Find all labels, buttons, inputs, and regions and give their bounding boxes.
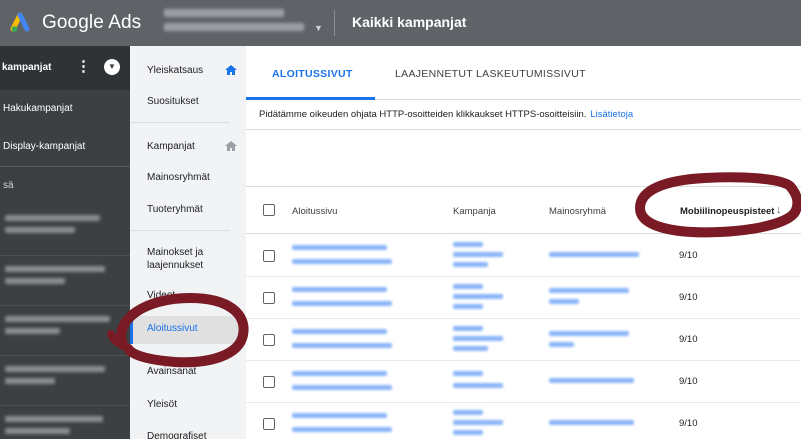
sidebar-item-hakukampanjat[interactable]: Hakukampanjat bbox=[0, 90, 130, 128]
learn-more-link[interactable]: Lisätietoja bbox=[590, 109, 633, 120]
chevron-down-icon: ▼ bbox=[314, 23, 323, 33]
section-nav: Yleiskatsaus Suositukset Kampanjat Maino… bbox=[130, 46, 246, 439]
nav-item-videot[interactable]: Videot bbox=[147, 289, 175, 302]
header-divider bbox=[334, 10, 335, 36]
tab-laajennetut-laskeutumissivut[interactable]: LAAJENNETUT LASKEUTUMISSIVUT bbox=[395, 68, 586, 80]
row-checkbox[interactable] bbox=[263, 250, 275, 262]
sidebar-item-campaign[interactable] bbox=[0, 205, 130, 255]
brand-name[interactable]: Google Ads bbox=[42, 12, 141, 34]
page-title: Kaikki kampanjat bbox=[352, 14, 467, 30]
notice-text: Pidätämme oikeuden ohjata HTTP-osoitteid… bbox=[259, 109, 587, 120]
table-header: Aloitussivu Kampanja Mainosryhmä Mobiili… bbox=[246, 186, 801, 234]
table-row[interactable]: 9/10 bbox=[246, 319, 801, 361]
main-content: ALOITUSSIVUT LAAJENNETUT LASKEUTUMISSIVU… bbox=[246, 46, 801, 439]
table-row[interactable]: 9/10 bbox=[246, 277, 801, 319]
mobile-speed-score: 9/10 bbox=[679, 292, 698, 303]
top-bar: Google Ads ▼ Kaikki kampanjat bbox=[0, 0, 801, 46]
column-header-mobiilinopeuspisteet[interactable]: Mobiilinopeuspisteet bbox=[680, 206, 774, 217]
more-options-icon[interactable]: ⋮ bbox=[76, 57, 91, 75]
sidebar-item-campaign[interactable] bbox=[0, 355, 130, 405]
nav-item-kampanjat[interactable]: Kampanjat bbox=[147, 140, 195, 153]
table-row[interactable]: 9/10 bbox=[246, 361, 801, 403]
nav-active-indicator bbox=[130, 316, 133, 344]
nav-divider bbox=[130, 122, 230, 123]
row-checkbox[interactable] bbox=[263, 376, 275, 388]
sidebar-item-campaign[interactable] bbox=[0, 305, 130, 355]
table-row[interactable]: 9/10 bbox=[246, 235, 801, 277]
column-header-kampanja[interactable]: Kampanja bbox=[453, 206, 496, 217]
select-all-checkbox[interactable] bbox=[263, 204, 275, 216]
mobile-speed-score: 9/10 bbox=[679, 334, 698, 345]
sidebar-header: kampanjat ⋮ ▼ bbox=[0, 46, 130, 90]
info-notice: Pidätämme oikeuden ohjata HTTP-osoitteid… bbox=[246, 100, 801, 130]
sidebar-item-campaign[interactable] bbox=[0, 405, 130, 439]
collapse-toggle-icon[interactable]: ▼ bbox=[104, 59, 120, 75]
nav-item-avainsanat[interactable]: Avainsanat bbox=[147, 365, 196, 378]
nav-item-aloitussivut[interactable]: Aloitussivut bbox=[147, 322, 198, 335]
mobile-speed-score: 9/10 bbox=[679, 250, 698, 261]
home-icon bbox=[225, 65, 237, 75]
mobile-speed-score: 9/10 bbox=[679, 376, 698, 387]
tab-aloitussivut[interactable]: ALOITUSSIVUT bbox=[272, 68, 353, 80]
sidebar-section-label: sä bbox=[3, 180, 14, 191]
nav-item-yleisot[interactable]: Yleisöt bbox=[147, 398, 177, 411]
nav-divider bbox=[130, 230, 230, 231]
home-icon bbox=[225, 141, 237, 151]
column-header-aloitussivu[interactable]: Aloitussivu bbox=[292, 206, 337, 217]
google-ads-logo-icon[interactable] bbox=[10, 10, 34, 34]
nav-item-tuoteryhmat[interactable]: Tuoteryhmät bbox=[147, 203, 203, 216]
nav-item-demografiset[interactable]: Demografiset bbox=[147, 430, 206, 439]
row-checkbox[interactable] bbox=[263, 418, 275, 430]
nav-item-mainokset-ja-laajennukset[interactable]: Mainokset ja laajennukset bbox=[147, 246, 237, 272]
mobile-speed-score: 9/10 bbox=[679, 418, 698, 429]
row-checkbox[interactable] bbox=[263, 292, 275, 304]
nav-item-yleiskatsaus[interactable]: Yleiskatsaus bbox=[147, 64, 203, 77]
row-checkbox[interactable] bbox=[263, 334, 275, 346]
tab-bar: ALOITUSSIVUT LAAJENNETUT LASKEUTUMISSIVU… bbox=[246, 46, 801, 100]
toolbar-area bbox=[246, 131, 801, 186]
sidebar-header-label[interactable]: kampanjat bbox=[2, 62, 51, 73]
account-switcher[interactable]: ▼ bbox=[164, 9, 324, 39]
nav-item-suositukset[interactable]: Suositukset bbox=[147, 95, 199, 108]
column-header-mainosryhma[interactable]: Mainosryhmä bbox=[549, 206, 606, 217]
sort-descending-icon[interactable]: ↓ bbox=[776, 204, 782, 216]
table-row[interactable]: 9/10 bbox=[246, 403, 801, 439]
campaign-sidebar: kampanjat ⋮ ▼ Hakukampanjat Display-kamp… bbox=[0, 46, 130, 439]
sidebar-item-campaign[interactable] bbox=[0, 255, 130, 305]
sidebar-item-display-kampanjat[interactable]: Display-kampanjat bbox=[0, 128, 130, 166]
nav-item-mainosryhmat[interactable]: Mainosryhmät bbox=[147, 171, 210, 184]
